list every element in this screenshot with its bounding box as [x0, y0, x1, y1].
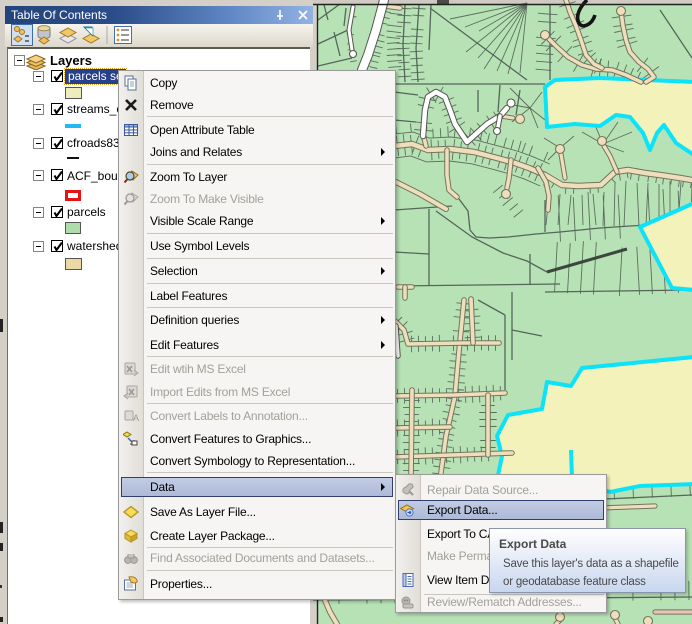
svg-text:A: A	[133, 413, 139, 423]
